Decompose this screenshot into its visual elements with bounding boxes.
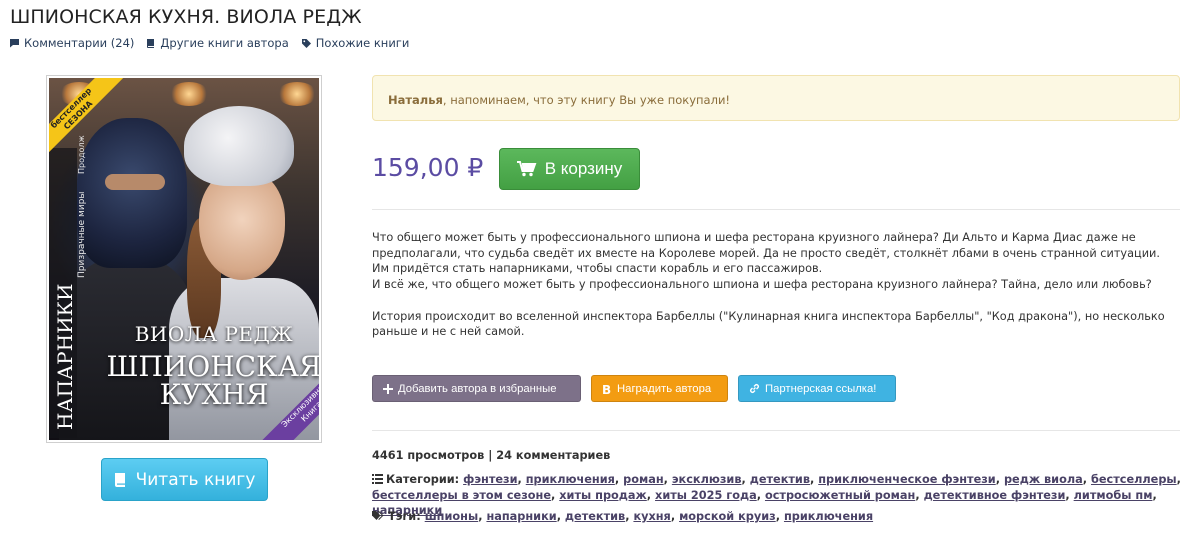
cover-spy-head (77, 118, 187, 268)
divider (372, 430, 1180, 431)
book-stats: 4461 просмотров | 24 комментариев (372, 449, 611, 462)
cover-title-line2: КУХНЯ (159, 378, 269, 411)
bitcoin-icon: B (602, 383, 611, 395)
category-link[interactable]: эксклюзив (672, 473, 742, 486)
link-icon (750, 384, 759, 393)
similar-books-link-label: Похожие книги (315, 36, 410, 50)
cover-spy-eyes (105, 174, 165, 190)
tags-icon (372, 511, 384, 520)
cover-lamp (169, 82, 209, 106)
tag-link[interactable]: шпионы (425, 510, 479, 523)
tag-link[interactable]: морской круиз (679, 510, 776, 523)
similar-books-link[interactable]: Похожие книги (301, 36, 410, 50)
cover-chef-hat (184, 106, 294, 186)
cover-author: ВИОЛА РЕДЖ (134, 322, 294, 346)
cover-world: Призрачные миры (77, 191, 87, 278)
comments-link[interactable]: Комментарии (24) (9, 36, 134, 50)
partner-link-label: Партнерская ссылка! (765, 382, 877, 395)
book-cover[interactable]: НАПАРНИКИ Призрачные миры Продолж бестсе… (46, 75, 322, 443)
svg-text:B: B (602, 383, 611, 395)
list-icon (372, 474, 383, 484)
divider (372, 209, 1180, 210)
book-icon (114, 472, 125, 487)
read-book-button[interactable]: Читать книгу (101, 458, 268, 501)
tag-link[interactable]: кухня (633, 510, 670, 523)
category-link[interactable]: роман (623, 473, 664, 486)
cover-chef-face (199, 170, 285, 280)
category-link[interactable]: бестселлеры (1091, 473, 1177, 486)
already-bought-alert: Наталья, напоминаем, что эту книгу Вы уж… (372, 75, 1180, 121)
author-actions: Добавить автора в избранные B Наградить … (372, 375, 896, 402)
category-link[interactable]: хиты 2025 года (655, 489, 757, 502)
comments-link-label: Комментарии (24) (24, 36, 135, 50)
category-link[interactable]: остросюжетный роман (765, 489, 915, 502)
add-author-favorite-label: Добавить автора в избранные (398, 382, 557, 395)
cover-title-line1: ШПИОНСКАЯ (106, 350, 319, 383)
cover-title: ШПИОНСКАЯ КУХНЯ (99, 353, 319, 409)
tag-link[interactable]: напарники (486, 510, 556, 523)
user-name: Наталья (388, 93, 443, 107)
description-paragraph: История происходит во вселенной инспекто… (372, 309, 1165, 339)
description-paragraph: И всё же, что общего может быть у профес… (372, 278, 1152, 292)
cart-icon (516, 161, 537, 177)
description-paragraph: Что общего может быть у профессиональног… (372, 231, 1160, 276)
cover-series: НАПАРНИКИ (53, 283, 77, 430)
reward-author-button[interactable]: B Наградить автора (591, 375, 728, 402)
category-link[interactable]: детектив (750, 473, 810, 486)
tags-list: шпионы, напарники, детектив, кухня, морс… (424, 510, 874, 523)
plus-icon (383, 383, 393, 394)
alert-text: , напоминаем, что эту книгу Вы уже покуп… (442, 93, 731, 107)
tags-label: Тэги: (388, 510, 421, 523)
category-link[interactable]: литмобы пм (1074, 489, 1153, 502)
tags-block: Тэги: шпионы, напарники, детектив, кухня… (372, 510, 873, 523)
comment-icon (10, 39, 19, 48)
category-link[interactable]: приключения (526, 473, 615, 486)
cover-image: НАПАРНИКИ Призрачные миры Продолж бестсе… (49, 78, 319, 440)
add-to-cart-button[interactable]: В корзину (499, 148, 640, 190)
add-author-favorite-button[interactable]: Добавить автора в избранные (372, 375, 581, 402)
author-books-link[interactable]: Другие книги автора (146, 36, 289, 50)
cover-lamp (277, 82, 317, 106)
category-link[interactable]: детективное фэнтези (924, 489, 1066, 502)
category-link[interactable]: фэнтези (463, 473, 517, 486)
categories-label: Категории: (386, 473, 460, 486)
tag-icon (301, 38, 311, 48)
book-icon (147, 38, 155, 48)
category-link[interactable]: приключенческое фэнтези (818, 473, 996, 486)
tag-link[interactable]: детектив (565, 510, 625, 523)
book-description: Что общего может быть у профессиональног… (372, 230, 1172, 340)
partner-link-button[interactable]: Партнерская ссылка! (738, 375, 896, 402)
category-link[interactable]: хиты продаж (559, 489, 647, 502)
add-to-cart-label: В корзину (544, 159, 623, 178)
reward-author-label: Наградить автора (617, 382, 712, 395)
tag-link[interactable]: приключения (784, 510, 873, 523)
book-price: 159,00 ₽ (372, 153, 484, 182)
category-link[interactable]: бестселлеры в этом сезоне (372, 489, 551, 502)
book-links: Комментарии (24) Другие книги автора Пох… (9, 36, 409, 50)
read-book-label: Читать книгу (135, 469, 256, 490)
category-link[interactable]: редж виола (1004, 473, 1083, 486)
cover-side-small: Продолж (77, 135, 86, 174)
author-books-link-label: Другие книги автора (160, 36, 289, 50)
page-title: ШПИОНСКАЯ КУХНЯ. ВИОЛА РЕДЖ (10, 6, 362, 28)
